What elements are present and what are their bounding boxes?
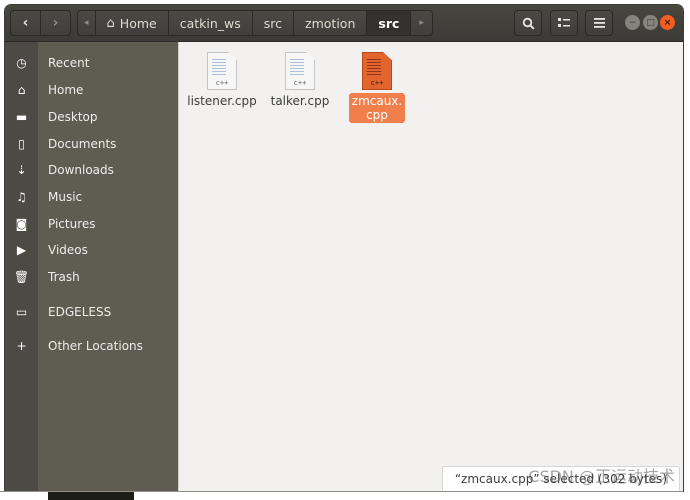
clock-icon: ◷ [16,56,27,70]
navigation-buttons: ‹ › [10,10,71,36]
menu-button[interactable] [585,10,613,36]
chevron-right-icon: › [52,15,59,31]
sidebar-item-music[interactable]: ♫ Music [5,184,178,210]
file-name: talker.cpp [270,94,330,108]
home-icon: ⌂ [106,15,115,31]
path-scroll-right-button[interactable]: ▸ [410,11,432,35]
breadcrumb-src-current[interactable]: src [366,11,411,35]
sidebar-item-pictures[interactable]: ◙ Pictures [5,211,178,237]
cpp-file-icon: c++ [362,52,392,90]
trash-icon: 🗑 [13,270,30,284]
file-item-listener-cpp[interactable]: c++ listener.cpp [184,52,260,109]
close-button[interactable]: × [660,15,675,30]
forward-button[interactable]: › [40,11,70,35]
sidebar: ◷ Recent ⌂ Home ▬ Desktop ▯ Documents ⇣ Downl… [14,42,206,491]
path-scroll-left-button[interactable]: ◂ [78,11,95,35]
triangle-right-icon: ▸ [419,18,424,28]
sidebar-item-label: Recent [48,56,90,70]
sidebar-item-label: Downloads [48,163,114,177]
sidebar-item-label: Desktop [48,110,98,124]
sidebar-item-label: Music [48,190,83,204]
sidebar-item-recent[interactable]: ◷ Recent [5,50,178,76]
sidebar-item-edgeless[interactable]: ▭ EDGELESS [5,299,178,325]
camera-icon: ◙ [15,217,28,231]
file-manager-window: ‹ › ◂ ⌂ Home catkin_ws src zmotion src ▸ … [5,5,683,491]
file-item-zmcaux-cpp[interactable]: c++ zmcaux. cpp [339,52,415,123]
file-name: listener.cpp [187,94,257,108]
search-icon [522,17,535,30]
breadcrumb-catkin-ws[interactable]: catkin_ws [167,11,252,35]
sidebar-item-label: Home [48,83,84,97]
breadcrumb-zmotion[interactable]: zmotion [293,11,366,35]
file-name: zmcaux. cpp [348,93,406,123]
cpp-file-icon: c++ [207,52,237,90]
file-view[interactable]: c++ listener.cpp c++ talker.cpp c++ zmca… [178,42,683,491]
sidebar-item-label: Other Locations [48,339,143,353]
file-item-talker-cpp[interactable]: c++ talker.cpp [262,52,338,109]
cpp-file-icon: c++ [285,52,315,90]
sidebar-item-desktop[interactable]: ▬ Desktop [5,104,178,130]
minimize-icon: − [628,17,637,28]
home-icon: ⌂ [17,83,26,97]
breadcrumb-src[interactable]: src [251,11,293,35]
drive-icon: ▭ [15,305,28,319]
sidebar-item-documents[interactable]: ▯ Documents [5,131,178,157]
view-toggle-button[interactable] [550,10,578,36]
sidebar-item-label: Pictures [48,217,96,231]
chevron-left-icon: ‹ [22,15,29,31]
maximize-icon: □ [646,17,655,28]
breadcrumb: ◂ ⌂ Home catkin_ws src zmotion src ▸ [77,10,433,36]
selection-status-text: “zmcaux.cpp” selected (302 bytes) [454,472,667,486]
minimize-button[interactable]: − [625,15,640,30]
plus-icon: + [16,339,27,353]
maximize-button[interactable]: □ [643,15,658,30]
sidebar-item-downloads[interactable]: ⇣ Downloads [5,157,178,183]
breadcrumb-label: Home [119,15,157,31]
folder-icon: ▬ [15,110,28,124]
triangle-left-icon: ◂ [84,18,89,28]
taskbar-fragment [48,492,134,500]
sidebar-item-home[interactable]: ⌂ Home [5,77,178,103]
sidebar-item-label: Documents [48,137,117,151]
sidebar-item-trash[interactable]: 🗑 Trash [5,264,178,290]
sidebar-item-label: EDGELESS [48,305,112,319]
back-button[interactable]: ‹ [11,11,40,35]
sidebar-item-other-locations[interactable]: + Other Locations [5,333,178,359]
music-icon: ♫ [16,190,27,204]
search-button[interactable] [514,10,542,36]
hamburger-menu-icon [593,18,605,28]
sidebar-item-label: Trash [48,270,80,284]
download-icon: ⇣ [16,163,27,177]
header-bar: ‹ › ◂ ⌂ Home catkin_ws src zmotion src ▸ … [5,5,683,42]
video-icon: ▶ [16,243,27,257]
close-icon: × [663,17,672,28]
list-view-icon [558,18,570,27]
sidebar-item-videos[interactable]: ▶ Videos [5,237,178,263]
status-bar: “zmcaux.cpp” selected (302 bytes) [441,466,680,491]
sidebar-item-label: Videos [48,243,88,257]
document-icon: ▯ [18,137,25,151]
breadcrumb-home[interactable]: ⌂ Home [94,11,168,35]
